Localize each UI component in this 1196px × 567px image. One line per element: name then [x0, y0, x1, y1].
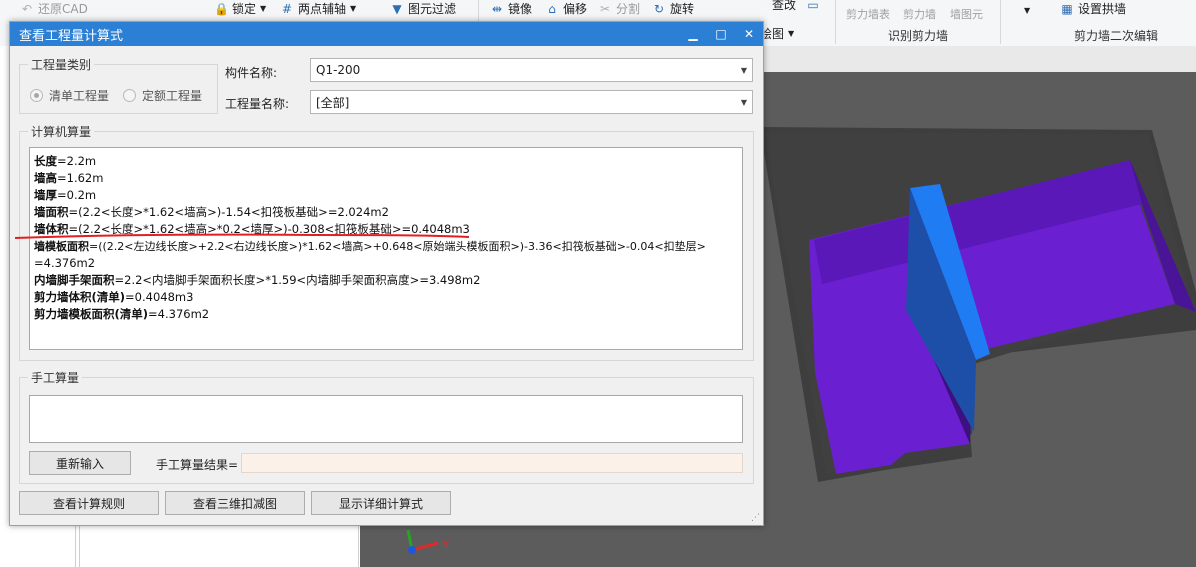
chevron-down-icon[interactable]: ▼ — [1024, 6, 1030, 15]
frame-icon: ▭ — [807, 0, 819, 12]
query-button[interactable]: 查改 — [772, 0, 796, 13]
restore-icon: ↶ — [21, 1, 33, 16]
component-name-label: 构件名称: — [225, 66, 278, 80]
close-button[interactable]: ✕ — [735, 22, 763, 46]
lock-icon: 🔒 — [214, 1, 229, 16]
check-wall-element-button[interactable]: 墙图元 — [950, 6, 983, 22]
manual-result-field[interactable] — [241, 453, 743, 473]
mirror-icon: ⇹ — [491, 1, 503, 16]
split-button[interactable]: ✂ 分割 — [598, 0, 640, 17]
offset-icon: ⌂ — [548, 1, 556, 16]
formula-line: 墙厚=0.2m — [34, 188, 97, 202]
element-filter-button[interactable]: ▼ 图元过滤 — [390, 0, 456, 17]
formula-line: 剪力墙模板面积(清单)=4.376m2 — [34, 307, 210, 321]
quantity-formula-dialog: 查看工程量计算式 ▁ □ ✕ 工程量类别 清单工程量 定额工程量 构件名称: Q… — [9, 21, 764, 526]
dialog-title-bar[interactable]: 查看工程量计算式 ▁ □ ✕ — [10, 22, 763, 46]
axis-origin — [408, 546, 416, 554]
machine-calc-legend: 计算机算量 — [31, 125, 92, 139]
axis-icon: # — [281, 1, 293, 16]
quantity-name-label: 工程量名称: — [225, 97, 290, 111]
chevron-down-icon: ▼ — [740, 97, 748, 107]
recognize-wall-table-button[interactable]: 剪力墙表 — [846, 6, 890, 22]
formula-line: 墙高=1.62m — [34, 171, 104, 185]
formula-line: 长度=2.2m — [34, 154, 97, 168]
set-arch-wall-button[interactable]: ▦ 设置拱墙 — [1060, 0, 1126, 17]
offset-button[interactable]: ⌂ 偏移 — [545, 0, 587, 17]
ribbon-separator — [1000, 0, 1001, 44]
formula-line: 剪力墙体积(清单)=0.4048m3 — [34, 290, 194, 304]
recognize-wall-button[interactable]: 剪力墙 — [903, 6, 936, 22]
component-name-value: Q1-200 — [316, 63, 361, 77]
quantity-type-legend: 工程量类别 — [31, 58, 92, 72]
radio-list-quantity[interactable]: 清单工程量 — [30, 87, 109, 104]
minimize-button[interactable]: ▁ — [679, 22, 707, 46]
rotate-button[interactable]: ↻ 旋转 — [652, 0, 694, 17]
arch-wall-icon: ▦ — [1061, 1, 1073, 16]
formula-text-area[interactable]: 长度=2.2m 墙高=1.62m 墙厚=0.2m 墙面积=(2.2<长度>*1.… — [29, 147, 743, 350]
restore-cad-button[interactable]: ↶ 还原CAD — [20, 0, 88, 17]
formula-line: 墙面积=(2.2<长度>*1.62<墙高>)-1.54<扣筏板基础>=2.024… — [34, 205, 389, 219]
mirror-button[interactable]: ⇹ 镜像 — [490, 0, 532, 17]
quantity-name-value: [全部] — [316, 95, 350, 110]
view-3d-deduction-button[interactable]: 查看三维扣减图 — [165, 491, 305, 515]
rotate-icon: ↻ — [653, 1, 665, 16]
manual-formula-input[interactable] — [29, 395, 743, 443]
wall-secondary-edit-group-label: 剪力墙二次编辑 — [1074, 29, 1159, 43]
formula-line: =4.376m2 — [34, 256, 96, 270]
resize-grip-icon[interactable]: ⋰ — [751, 513, 760, 523]
lock-button[interactable]: 🔒 锁定 ▼ — [214, 0, 266, 17]
maximize-button[interactable]: □ — [707, 22, 735, 46]
chevron-down-icon: ▼ — [740, 65, 748, 75]
component-name-select[interactable]: Q1-200 ▼ — [310, 58, 753, 82]
quantity-type-group: 工程量类别 — [19, 56, 218, 114]
manual-calc-legend: 手工算量 — [31, 371, 80, 385]
chevron-down-icon: ▼ — [350, 4, 357, 13]
show-detail-formula-button[interactable]: 显示详细计算式 — [311, 491, 451, 515]
dialog-title: 查看工程量计算式 — [19, 28, 124, 44]
draw-group-label[interactable]: 绘图 ▼ — [760, 25, 794, 42]
red-underline-annotation — [14, 233, 470, 239]
axis-x-line — [411, 541, 439, 552]
chevron-down-icon: ▼ — [788, 29, 795, 38]
split-icon: ✂ — [599, 1, 611, 16]
manual-result-label: 手工算量结果= — [156, 458, 239, 472]
ribbon-separator — [835, 0, 836, 44]
quantity-name-select[interactable]: [全部] ▼ — [310, 90, 753, 114]
radio-selected-icon — [30, 89, 43, 102]
formula-line: 内墙脚手架面积=2.2<内墙脚手架面积长度>*1.59<内墙脚手架面积高度>=3… — [34, 273, 481, 287]
filter-icon: ▼ — [392, 1, 402, 16]
chevron-down-icon: ▼ — [260, 4, 267, 13]
two-point-axis-button[interactable]: # 两点辅轴 ▼ — [280, 0, 356, 17]
view-calc-rules-button[interactable]: 查看计算规则 — [19, 491, 159, 515]
radio-quota-quantity[interactable]: 定额工程量 — [123, 87, 202, 104]
recognize-wall-group-label: 识别剪力墙 — [888, 29, 949, 43]
axis-x-label: X — [442, 539, 450, 551]
reenter-button[interactable]: 重新输入 — [29, 451, 131, 475]
frame-icon-button[interactable]: ▭ — [806, 0, 820, 12]
radio-unselected-icon — [123, 89, 136, 102]
